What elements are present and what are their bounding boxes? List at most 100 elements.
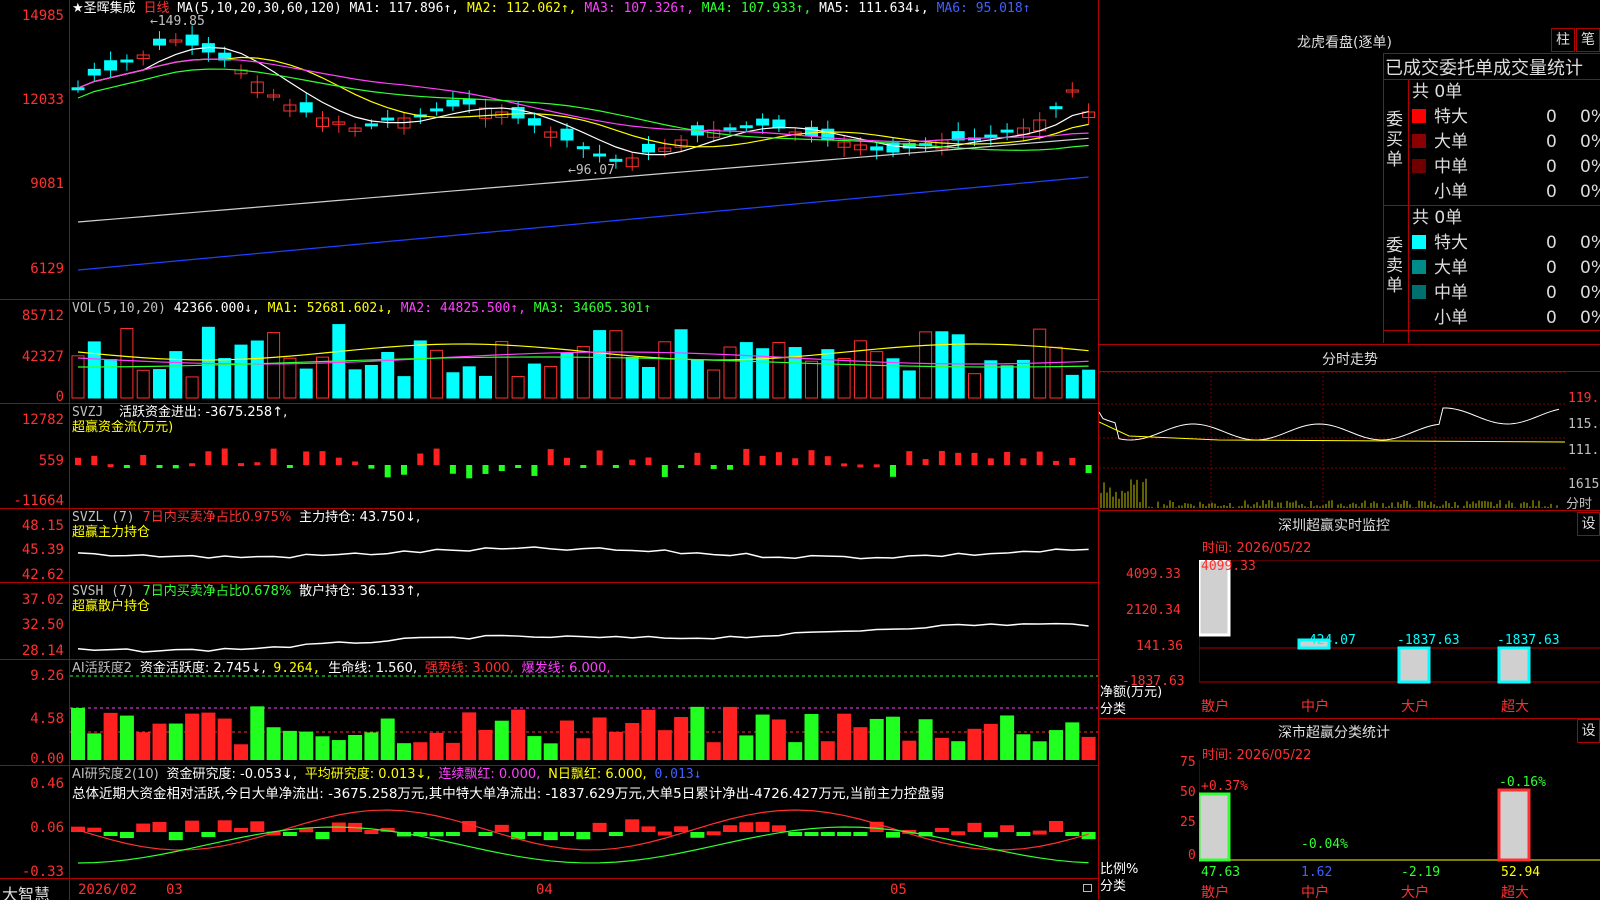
candle-body — [609, 158, 623, 162]
ma6-line — [77, 176, 1089, 271]
svzj-bar — [335, 457, 342, 465]
volume-bar — [609, 330, 623, 399]
fs-title: 分时走势 — [1322, 352, 1378, 368]
volume-bar — [853, 340, 867, 399]
volume-bar — [299, 368, 313, 399]
volume-bar — [674, 329, 688, 399]
tick-mode-button[interactable]: 笔 — [1576, 28, 1600, 52]
table-col-divider — [1408, 79, 1409, 343]
sz-bar-value: 4099.33 — [1201, 560, 1256, 574]
svzj-bar — [841, 463, 848, 467]
candle-body — [71, 87, 85, 91]
ai2-bar — [201, 832, 216, 837]
fs-top-border — [1098, 344, 1600, 345]
fs-chart[interactable] — [1099, 372, 1565, 508]
ai1-bar — [445, 742, 460, 760]
volume-bar — [984, 360, 998, 399]
ai1-bar — [71, 708, 85, 760]
ai2-bar — [853, 832, 868, 836]
order-count: 0 — [1546, 182, 1557, 202]
ai1-bar — [592, 717, 607, 760]
chart-canvas[interactable] — [0, 0, 1098, 900]
volume-bar — [788, 347, 802, 399]
order-count: 0 — [1546, 157, 1557, 177]
volume-bar — [479, 375, 492, 399]
ai2-bar — [136, 823, 151, 832]
svzj-bar — [580, 465, 587, 468]
ai2-bar — [217, 820, 232, 832]
ai1-bar — [723, 706, 737, 760]
ai1-bar — [934, 737, 949, 760]
ai2-bar — [983, 832, 998, 838]
ai1-bar — [983, 723, 998, 760]
svzj-bar — [808, 450, 815, 465]
volume-bar — [446, 372, 460, 399]
ai1-bar — [1000, 715, 1015, 760]
order-pct: 0% — [1580, 308, 1600, 328]
sz-settings-button[interactable]: 设 — [1577, 512, 1600, 536]
candle-body — [756, 118, 770, 126]
ai2-bar — [739, 822, 754, 832]
ai2-bar — [771, 825, 786, 832]
fs-price-line — [1099, 407, 1560, 441]
ai2-bar — [494, 824, 509, 832]
bar-mode-button[interactable]: 柱 — [1551, 28, 1575, 52]
ai1-bar — [103, 712, 118, 760]
sz-time: 时间: 2026/05/22 — [1202, 541, 1312, 556]
volume-bar — [560, 352, 574, 399]
color-swatch — [1412, 285, 1426, 299]
svzl-line — [77, 546, 1089, 560]
ai1-bar — [136, 732, 151, 760]
volume-bar — [153, 369, 166, 399]
volume-bar — [104, 359, 118, 399]
fs-tick-0: 119.5 — [1568, 391, 1600, 406]
ai1-bar — [886, 716, 900, 760]
ss-bar-pct: -0.04% — [1301, 837, 1348, 852]
volume-bar — [348, 369, 362, 399]
ai2-bar — [282, 832, 297, 836]
svzj-bar — [759, 455, 766, 465]
svzj-bar — [873, 464, 880, 468]
svzj-bar — [629, 459, 636, 465]
ss-title: 深市超赢分类统计 — [1278, 725, 1390, 741]
ai2-bar — [820, 832, 835, 836]
candle-body — [642, 143, 655, 153]
ai2-bar — [576, 832, 591, 840]
svzj-bar — [352, 461, 359, 465]
volume-bar — [120, 327, 134, 399]
svzj-bar — [710, 465, 717, 469]
buy-orders-label: 委买单 — [1386, 110, 1403, 170]
buy-order-row: 小单 0 0% — [1412, 180, 1600, 204]
ss-settings-button[interactable]: 设 — [1577, 719, 1600, 743]
svzj-bar — [384, 465, 391, 478]
sell-order-row: 大单 0 0% — [1412, 256, 1600, 280]
volume-bar — [267, 332, 281, 399]
svzj-bar — [156, 465, 163, 468]
sell-orders-label: 委卖单 — [1386, 236, 1403, 296]
ma3-line — [77, 58, 1089, 143]
color-swatch — [1412, 260, 1426, 274]
candle-body — [446, 99, 460, 107]
ai2-bar — [364, 830, 379, 835]
svzj-bar — [987, 458, 994, 465]
volume-bar — [658, 341, 672, 399]
ai1-bar — [152, 723, 167, 760]
table-title: 已成交委托单成交量统计 — [1385, 58, 1583, 79]
candle-body — [104, 60, 118, 71]
ai2-bar — [119, 832, 134, 839]
volume-bar — [136, 369, 150, 399]
order-size-label: 中单 — [1434, 157, 1468, 177]
volume-bar — [739, 342, 753, 399]
ai1-bar — [413, 742, 428, 760]
ai2-bar — [315, 832, 330, 840]
ai1-bar — [543, 743, 558, 760]
ai1-layer — [70, 675, 1098, 760]
volume-bar — [576, 346, 590, 399]
ai2-bar — [168, 832, 183, 841]
ai2-bar — [706, 831, 721, 836]
ss-bar-pct: +0.37% — [1201, 779, 1248, 794]
candle-body — [87, 68, 101, 76]
svzj-bar — [205, 451, 212, 465]
svzj-bar — [515, 465, 522, 468]
color-swatch — [1412, 134, 1426, 148]
